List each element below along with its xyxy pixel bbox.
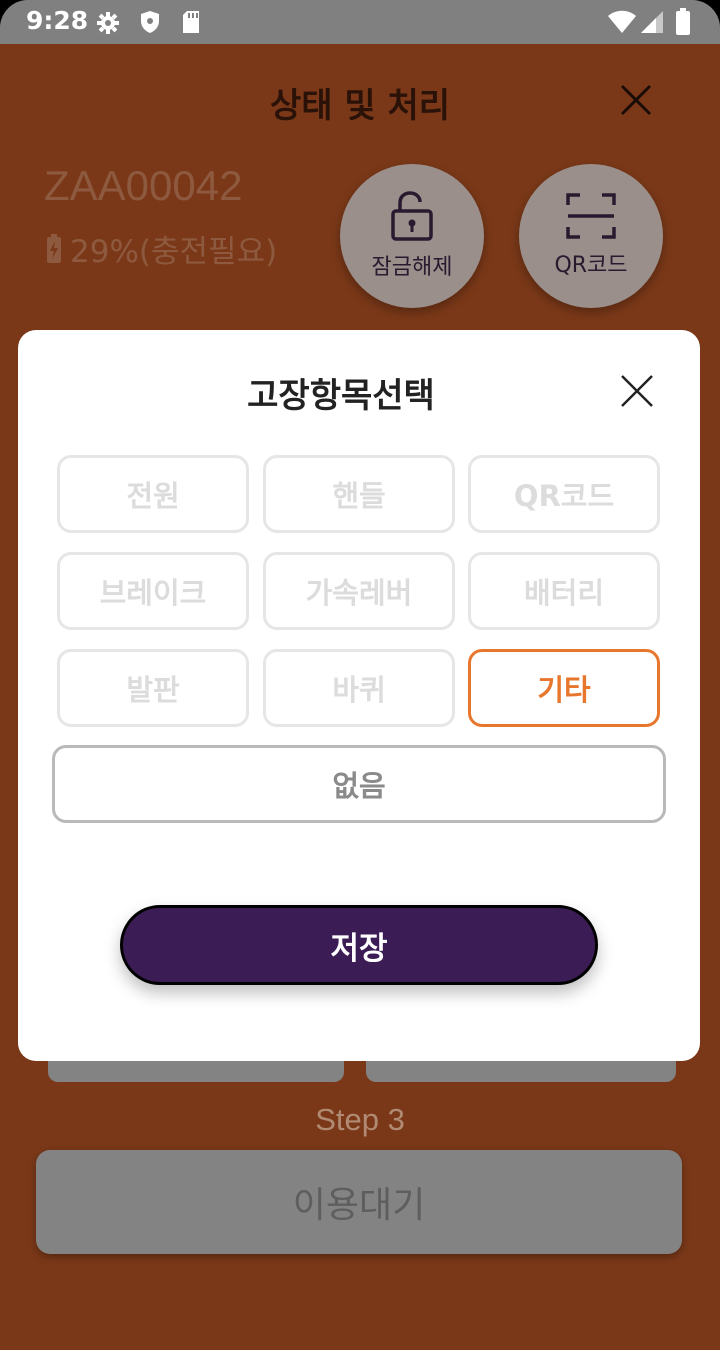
gear-icon: [97, 12, 119, 34]
option-other[interactable]: 기타: [468, 649, 660, 727]
unlock-icon: [391, 191, 433, 241]
dialog-title: 고장항목선택: [247, 376, 435, 416]
qr-code-label: QR코드: [554, 253, 628, 278]
battery-status: 29%(충전필요): [46, 226, 277, 271]
option-wheel[interactable]: 바퀴: [263, 649, 455, 727]
screen: 9:28 상태 및 처리 ZAA00042 29%(충전필요) 잠금해제 QR코…: [0, 0, 720, 1350]
shield-icon: [141, 11, 159, 33]
device-id: ZAA00042: [44, 162, 243, 209]
option-footboard[interactable]: 발판: [57, 649, 249, 727]
option-power[interactable]: 전원: [57, 455, 249, 533]
status-time: 9:28: [26, 6, 89, 35]
option-qr-code[interactable]: QR코드: [468, 455, 660, 533]
status-bar: 9:28: [0, 0, 720, 44]
unlock-label: 잠금해제: [371, 255, 453, 280]
option-throttle[interactable]: 가속레버: [263, 552, 455, 630]
qr-code-button[interactable]: QR코드: [519, 164, 663, 308]
battery-text: 29%(충전필요): [70, 234, 278, 270]
close-icon[interactable]: [620, 84, 652, 116]
option-brake[interactable]: 브레이크: [57, 552, 249, 630]
sd-card-icon: [183, 11, 199, 33]
step-label: Step 3: [315, 1102, 405, 1137]
option-none[interactable]: 없음: [52, 745, 666, 823]
option-battery[interactable]: 배터리: [468, 552, 660, 630]
close-icon[interactable]: [620, 374, 654, 408]
battery-charging-icon: [47, 233, 61, 263]
battery-icon: [676, 8, 690, 35]
save-button[interactable]: 저장: [120, 905, 598, 985]
page-title: 상태 및 처리: [269, 86, 451, 126]
wifi-icon: [608, 10, 636, 33]
qr-scan-icon: [566, 193, 616, 239]
wait-button: 이용대기: [36, 1150, 682, 1254]
unlock-button[interactable]: 잠금해제: [340, 164, 484, 308]
signal-icon: [641, 11, 663, 33]
option-handle[interactable]: 핸들: [263, 455, 455, 533]
